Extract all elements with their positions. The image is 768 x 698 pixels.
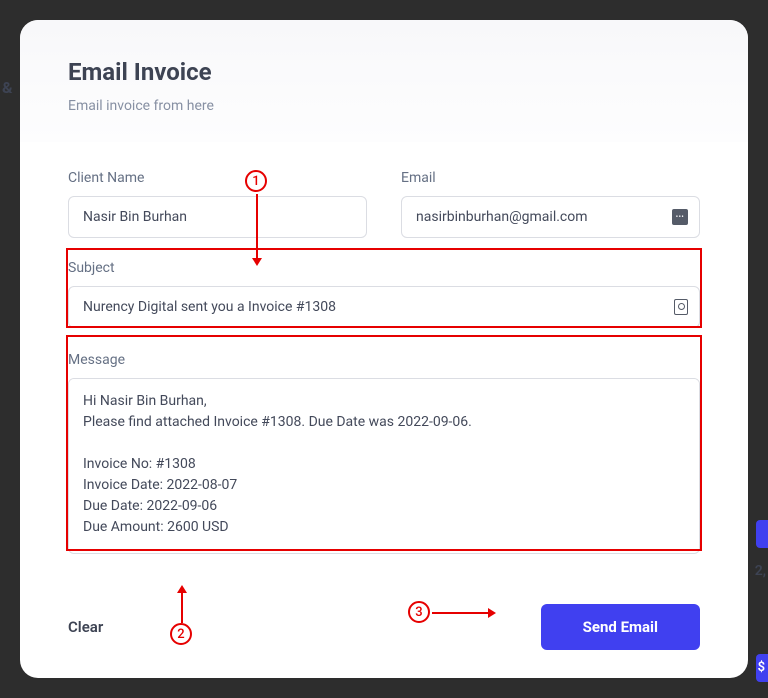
subject-label: Subject	[68, 260, 700, 276]
email-input-wrap	[401, 196, 700, 238]
modal-subtitle: Email invoice from here	[68, 98, 700, 114]
form-row-top: Client Name Email	[68, 170, 700, 238]
email-input[interactable]	[401, 196, 700, 238]
background-text-peek-2: $	[758, 660, 765, 675]
modal-header: Email Invoice Email invoice from here	[20, 20, 748, 142]
message-label: Message	[68, 352, 700, 368]
subject-group: Subject	[68, 258, 700, 330]
client-name-input[interactable]	[68, 196, 367, 238]
email-invoice-modal: Email Invoice Email invoice from here Cl…	[20, 20, 748, 678]
clear-button[interactable]: Clear	[68, 618, 103, 636]
client-name-label: Client Name	[68, 170, 367, 186]
email-label: Email	[401, 170, 700, 186]
contact-card-icon[interactable]	[674, 299, 688, 315]
send-email-button[interactable]: Send Email	[541, 604, 700, 650]
modal-body: Client Name Email Subject Message	[20, 142, 748, 588]
modal-footer: Clear Send Email	[20, 588, 748, 678]
message-textarea[interactable]	[68, 378, 700, 554]
background-button-peek	[756, 520, 768, 548]
modal-title: Email Invoice	[68, 58, 700, 86]
subject-input[interactable]	[68, 286, 700, 328]
client-name-group: Client Name	[68, 170, 367, 238]
background-text-peek: 2,	[755, 563, 766, 579]
message-group: Message	[68, 350, 700, 556]
email-group: Email	[401, 170, 700, 238]
background-ampersand: &	[2, 78, 13, 97]
autofill-icon[interactable]	[672, 209, 688, 225]
subject-input-wrap	[68, 286, 700, 328]
